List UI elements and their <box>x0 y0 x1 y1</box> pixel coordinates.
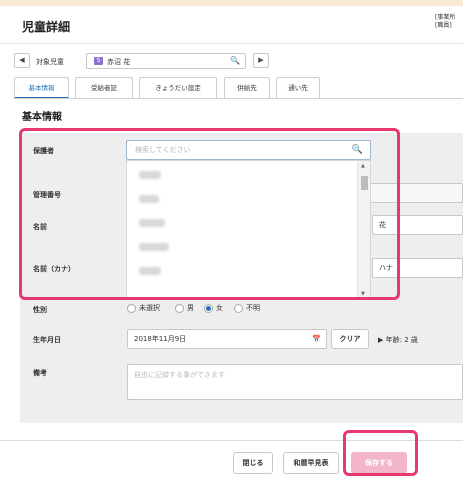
gender-option-label: 不明 <box>246 304 260 312</box>
chevron-left-icon: ◀ <box>19 56 25 64</box>
clear-birthday-button[interactable]: クリア <box>331 329 369 349</box>
birthday-label: 生年月日 <box>33 336 61 344</box>
page-title: 児童詳細 <box>22 20 71 34</box>
tab-sibling-settings[interactable]: きょうだい設定 <box>139 77 217 99</box>
notes-label: 備考 <box>33 369 47 377</box>
highlight-save-button <box>343 430 418 476</box>
notes-textarea[interactable]: 自由に記録する事ができます <box>127 364 463 400</box>
gender-option-label: 女 <box>216 304 223 312</box>
wareki-chart-button[interactable]: 和暦早見表 <box>283 452 339 474</box>
tab-commute-destination[interactable]: 通い先 <box>276 77 320 99</box>
child-badge-icon: S <box>94 57 103 65</box>
birthday-input[interactable]: 2018年11月9日 📅 <box>127 329 327 349</box>
target-child-label: 対象児童 <box>36 58 64 66</box>
prev-child-button[interactable]: ◀ <box>14 53 30 68</box>
next-child-button[interactable]: ▶ <box>253 53 269 68</box>
header-divider <box>0 43 463 44</box>
gender-option-label: 未選択 <box>139 304 160 312</box>
gender-option-label: 男 <box>187 304 194 312</box>
gender-label: 性別 <box>33 306 47 314</box>
section-title: 基本情報 <box>22 112 62 123</box>
gender-radio-unknown[interactable] <box>234 304 243 313</box>
birthday-value: 2018年11月9日 <box>134 335 187 343</box>
highlight-guardian-field <box>19 128 400 300</box>
child-selector[interactable]: S 赤沼 花 🔍 <box>86 53 246 69</box>
search-icon[interactable]: 🔍 <box>230 56 240 65</box>
gender-radio-unselected[interactable] <box>127 304 136 313</box>
child-name: 赤沼 花 <box>107 58 131 66</box>
top-accent-bar <box>0 0 463 6</box>
age-text: ▶ 年齢: 2 歳 <box>378 336 418 344</box>
tab-basic-info[interactable]: 基本情報 <box>14 77 69 99</box>
gender-radio-male[interactable] <box>175 304 184 313</box>
tab-recipient-certificate[interactable]: 受給者証 <box>75 77 133 99</box>
close-button[interactable]: 閉じる <box>233 452 273 474</box>
tab-supply-destination[interactable]: 供給先 <box>224 77 270 99</box>
corner-info: [事業所 [職員] <box>435 14 456 29</box>
tab-divider <box>14 98 463 99</box>
chevron-right-icon: ▶ <box>258 56 264 64</box>
calendar-icon[interactable]: 📅 <box>312 330 321 348</box>
gender-radio-female[interactable] <box>204 304 213 313</box>
